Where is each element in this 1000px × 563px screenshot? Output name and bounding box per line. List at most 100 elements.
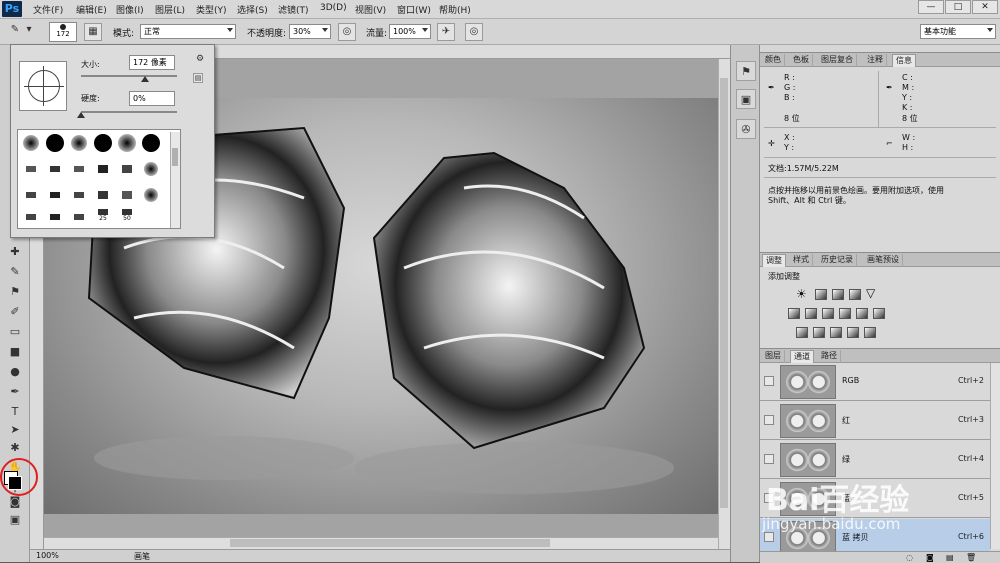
blur-icon[interactable]: ● (5, 363, 25, 381)
tab-info[interactable]: 信息 (892, 54, 916, 67)
brush-preset[interactable] (20, 158, 42, 180)
threshold-icon[interactable] (830, 327, 842, 338)
new-channel-icon[interactable]: ▤ (946, 553, 954, 562)
brush-preset[interactable] (92, 132, 114, 154)
photo-filter-icon[interactable] (839, 308, 851, 319)
chevron-down-icon[interactable]: ▾ (24, 22, 34, 40)
workspace-select[interactable]: 基本功能 (920, 24, 996, 39)
size-input[interactable]: 172 像素 (129, 55, 175, 70)
brush-preset[interactable] (68, 206, 90, 228)
brush-preset[interactable] (140, 184, 162, 206)
selective-color-icon[interactable] (847, 327, 859, 338)
menu-select[interactable]: 选择(S) (237, 3, 268, 16)
pressure-opacity-icon[interactable]: ◎ (338, 23, 356, 41)
close-button[interactable]: ✕ (972, 0, 998, 14)
gradient-map-icon[interactable] (864, 327, 876, 338)
brush-preset[interactable] (20, 132, 42, 154)
black-white-icon[interactable] (822, 308, 834, 319)
hardness-slider[interactable] (81, 111, 177, 113)
invert-icon[interactable] (796, 327, 808, 338)
new-preset-icon[interactable]: ▤ (193, 73, 203, 83)
menu-edit[interactable]: 编辑(E) (76, 3, 107, 16)
brush-preset[interactable] (116, 132, 138, 154)
brush-preset[interactable] (116, 158, 138, 180)
screen-mode-icon[interactable]: ▣ (5, 511, 25, 529)
actions-icon[interactable]: ▣ (736, 89, 756, 109)
channels-scrollbar[interactable] (990, 363, 1000, 549)
maximize-button[interactable]: □ (945, 0, 971, 14)
preset-scrollbar[interactable] (170, 132, 180, 228)
brush-preset[interactable] (140, 132, 162, 154)
history-brush-icon[interactable]: ✐ (5, 303, 25, 321)
brush-preset[interactable] (92, 184, 114, 206)
menu-layer[interactable]: 图层(L) (155, 3, 185, 16)
brush-preset[interactable] (68, 184, 90, 206)
levels-icon[interactable] (815, 289, 827, 300)
pen-icon[interactable]: ✒ (5, 383, 25, 401)
brush-tool-icon[interactable]: ✎ (5, 263, 25, 281)
brush-preset[interactable] (20, 184, 42, 206)
tab-adjustments[interactable]: 调整 (762, 254, 786, 267)
vibrance-icon[interactable]: ▽ (866, 286, 875, 300)
exposure-icon[interactable] (849, 289, 861, 300)
tab-layer-comps[interactable]: 图层复合 (818, 54, 857, 67)
path-select-icon[interactable]: ➤ (5, 421, 25, 439)
menu-window[interactable]: 窗口(W) (397, 3, 431, 16)
brush-preset[interactable] (20, 206, 42, 228)
color-balance-icon[interactable] (805, 308, 817, 319)
menu-help[interactable]: 帮助(H) (439, 3, 471, 16)
channel-mixer-icon[interactable] (856, 308, 868, 319)
tab-paths[interactable]: 路径 (818, 350, 841, 363)
size-slider-handle[interactable] (141, 76, 149, 82)
menu-file[interactable]: 文件(F) (33, 3, 63, 16)
size-slider[interactable] (81, 75, 177, 77)
curves-icon[interactable] (832, 289, 844, 300)
channel-row-red[interactable]: 红 Ctrl+3 (760, 402, 990, 440)
menu-filter[interactable]: 滤镜(T) (278, 3, 309, 16)
tool-presets-icon[interactable]: ✇ (736, 119, 756, 139)
brush-preset[interactable] (116, 184, 138, 206)
minimize-button[interactable]: — (918, 0, 944, 14)
brush-preset[interactable]: 25 (92, 204, 114, 226)
tab-channels[interactable]: 通道 (790, 350, 814, 363)
stamp-icon[interactable]: ⚑ (5, 283, 25, 301)
menu-image[interactable]: 图像(I) (116, 3, 144, 16)
brush-icon[interactable]: ✎ (6, 22, 24, 40)
eye-icon[interactable] (764, 376, 774, 386)
pressure-size-icon[interactable]: ◎ (465, 23, 483, 41)
brush-preset[interactable] (44, 184, 66, 206)
menu-view[interactable]: 视图(V) (355, 3, 386, 16)
type-icon[interactable]: T (5, 403, 25, 421)
brightness-icon[interactable]: ☀ (796, 287, 807, 301)
brush-preset[interactable] (44, 158, 66, 180)
hardness-slider-handle[interactable] (77, 112, 85, 118)
history-icon[interactable]: ⚑ (736, 61, 756, 81)
tab-history[interactable]: 历史记录 (818, 254, 857, 267)
brush-preset[interactable] (68, 132, 90, 154)
airbrush-icon[interactable]: ✈ (437, 23, 455, 41)
gear-icon[interactable]: ⚙ (193, 53, 207, 67)
tab-styles[interactable]: 样式 (790, 254, 813, 267)
hardness-input[interactable]: 0% (129, 91, 175, 106)
preset-scroll-thumb[interactable] (172, 148, 178, 166)
tab-brush-presets[interactable]: 画笔预设 (864, 254, 903, 267)
opacity-field[interactable]: 30% (289, 24, 331, 39)
horizontal-scroll-thumb[interactable] (230, 539, 550, 547)
healing-icon[interactable]: ✚ (5, 243, 25, 261)
brush-preset[interactable] (140, 158, 162, 180)
brush-preset-icon[interactable]: ▦ (84, 23, 102, 41)
channel-row-rgb[interactable]: RGB Ctrl+2 (760, 363, 990, 401)
save-selection-icon[interactable]: ◙ (926, 553, 934, 562)
hue-sat-icon[interactable] (788, 308, 800, 319)
brush-preset[interactable] (44, 132, 66, 154)
brush-preset[interactable]: 50 (116, 204, 138, 226)
zoom-level[interactable]: 100% (36, 551, 59, 560)
menu-3d[interactable]: 3D(D) (320, 3, 347, 13)
tab-color[interactable]: 颜色 (762, 54, 785, 67)
posterize-icon[interactable] (813, 327, 825, 338)
vertical-scroll-thumb[interactable] (720, 78, 728, 508)
tab-notes[interactable]: 注释 (864, 54, 887, 67)
eye-icon[interactable] (764, 415, 774, 425)
color-lookup-icon[interactable] (873, 308, 885, 319)
tab-layers[interactable]: 图层 (762, 350, 785, 363)
